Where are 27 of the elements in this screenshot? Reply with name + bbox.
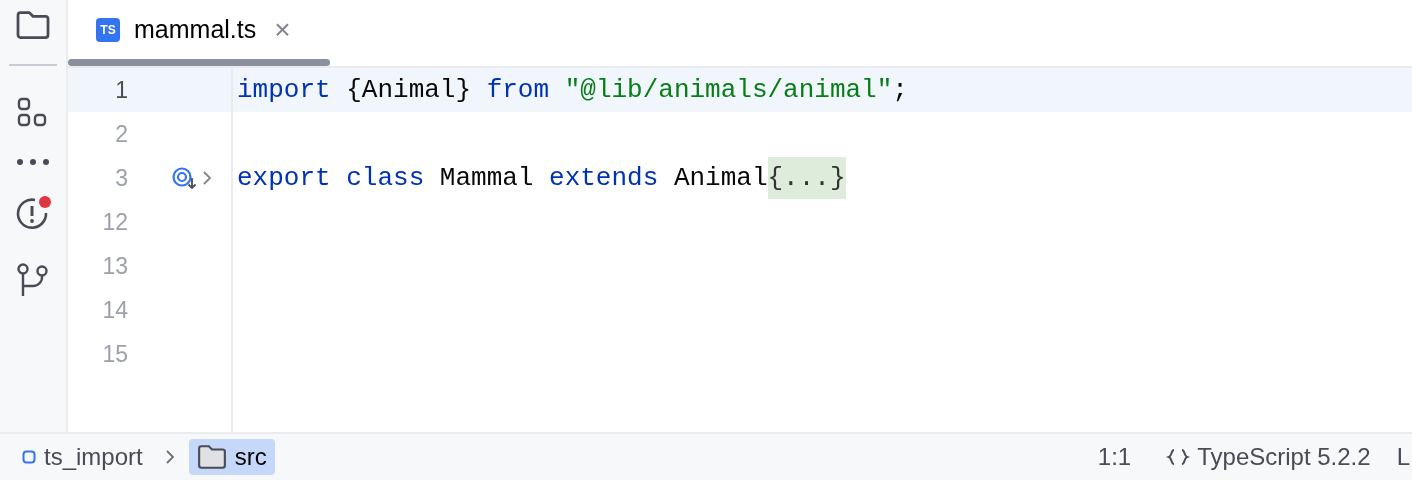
line-number: 2: [114, 120, 128, 148]
status-item[interactable]: L: [1396, 443, 1410, 471]
breadcrumb[interactable]: ts_import: [14, 439, 151, 475]
tab-label: mammal.ts: [134, 15, 257, 44]
line-number: 12: [101, 208, 128, 236]
chevron-icon: [164, 449, 175, 465]
code-line: export class Mammal extends Animal{...}: [237, 156, 846, 200]
line-number: 3: [114, 164, 128, 192]
typescript-file-icon: TS: [96, 17, 120, 42]
caret-position[interactable]: 1:1: [1097, 443, 1132, 471]
line-number: 14: [101, 296, 128, 324]
more-icon[interactable]: [15, 158, 51, 166]
module-icon: [22, 450, 36, 464]
code-line: import {Animal} from "@lib/animals/animal";: [237, 74, 908, 107]
folder-icon: [196, 444, 227, 470]
language-button[interactable]: TypeScript 5.2.2: [1165, 443, 1371, 471]
line-number: 13: [101, 252, 128, 280]
expand-chevron-icon[interactable]: [202, 170, 212, 186]
braces-icon: [1165, 447, 1192, 467]
breadcrumb[interactable]: src: [188, 439, 275, 475]
close-icon[interactable]: ×: [274, 13, 291, 46]
scrollbar-thumb[interactable]: [68, 59, 330, 66]
implemented-icon[interactable]: [172, 166, 198, 190]
line-number: 15: [101, 340, 128, 368]
file-tab[interactable]: TS mammal.ts ×: [68, 0, 319, 59]
folder-icon[interactable]: [15, 10, 51, 40]
line-number: 1: [114, 76, 128, 104]
